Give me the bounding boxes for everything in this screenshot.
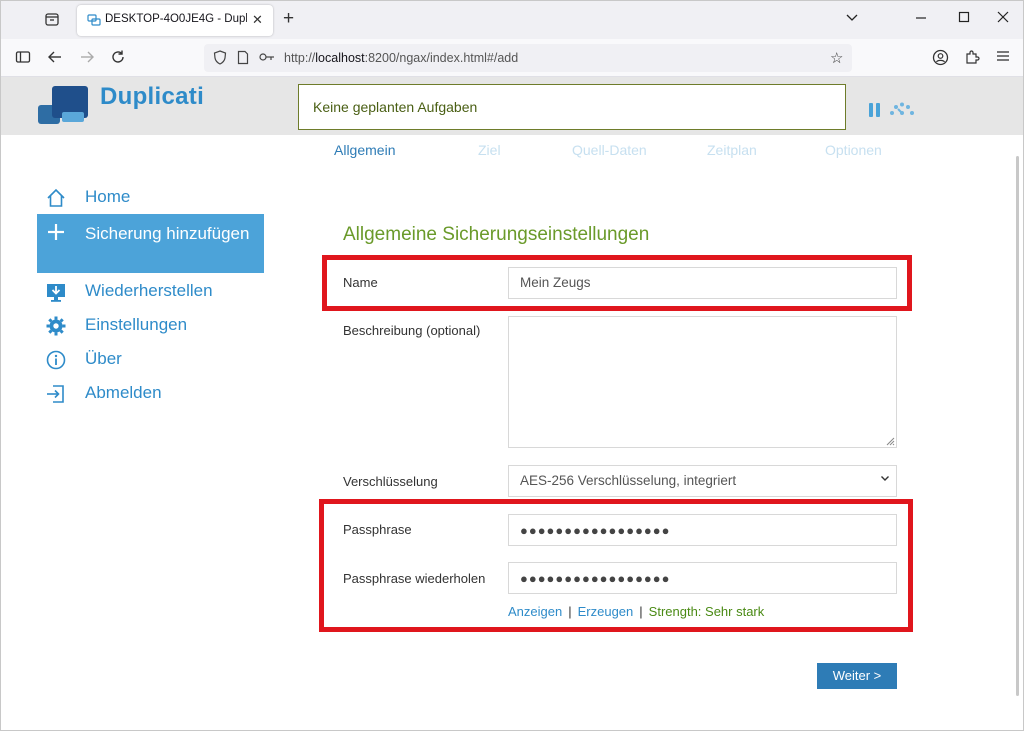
- minimize-icon[interactable]: [915, 10, 927, 26]
- url-bar[interactable]: http://localhost:8200/ngax/index.html#/a…: [204, 44, 852, 72]
- resize-grip-icon[interactable]: [885, 436, 895, 446]
- chevron-down-icon: [880, 473, 890, 486]
- sidebar-item-label: Wiederherstellen: [85, 281, 213, 300]
- browser-tab[interactable]: DESKTOP-4O0JE4G - Duplicati ✕: [77, 5, 273, 36]
- brand-name[interactable]: Duplicati: [100, 83, 204, 111]
- status-text: Keine geplanten Aufgaben: [313, 99, 478, 115]
- sidebar-item-settings[interactable]: Einstellungen: [37, 308, 264, 342]
- sidebar-item-label: Home: [85, 187, 131, 206]
- sidebar-item-label: Über: [85, 349, 122, 368]
- browser-window: DESKTOP-4O0JE4G - Duplicati ✕ +: [0, 0, 1024, 731]
- encryption-select[interactable]: AES-256 Verschlüsselung, integriert: [508, 465, 897, 497]
- pause-icon[interactable]: [869, 103, 881, 117]
- duplicati-logo-icon[interactable]: [38, 83, 92, 129]
- bookmark-star-icon[interactable]: ☆: [830, 49, 843, 67]
- tab-bar: DESKTOP-4O0JE4G - Duplicati ✕ +: [1, 1, 1023, 39]
- info-icon: [46, 350, 66, 370]
- sidebar-item-logout[interactable]: Abmelden: [37, 376, 264, 410]
- sidebar-item-label: Sicherung hinzufügen: [85, 224, 250, 243]
- sidebar-item-add-backup[interactable]: Sicherung hinzufügen: [37, 214, 264, 273]
- description-label: Beschreibung (optional): [343, 323, 481, 338]
- navigation-bar: http://localhost:8200/ngax/index.html#/a…: [1, 39, 1023, 77]
- next-button[interactable]: Weiter >: [817, 663, 897, 689]
- app-header: Duplicati Keine geplanten Aufgaben: [1, 77, 1023, 135]
- restore-icon: [47, 284, 65, 302]
- close-window-icon[interactable]: [997, 10, 1009, 26]
- scrollbar[interactable]: [1016, 156, 1019, 696]
- status-box: Keine geplanten Aufgaben: [298, 84, 846, 130]
- encryption-selected-value: AES-256 Verschlüsselung, integriert: [520, 473, 737, 488]
- tab-title: DESKTOP-4O0JE4G - Duplicati: [105, 13, 247, 25]
- url-text[interactable]: http://localhost:8200/ngax/index.html#/a…: [284, 51, 518, 65]
- step-quell-daten[interactable]: Quell-Daten: [572, 142, 647, 158]
- sidebar-item-label: Abmelden: [85, 383, 162, 402]
- description-field[interactable]: [508, 316, 897, 448]
- chevron-down-icon[interactable]: [846, 10, 858, 26]
- account-icon[interactable]: [932, 49, 949, 71]
- reload-icon[interactable]: [110, 49, 126, 70]
- new-tab-icon[interactable]: +: [283, 9, 294, 29]
- step-allgemein[interactable]: Allgemein: [334, 142, 395, 158]
- forward-icon[interactable]: [79, 49, 95, 70]
- tab-list-icon[interactable]: [43, 11, 61, 29]
- throttle-icon[interactable]: [889, 101, 915, 117]
- logout-icon: [47, 385, 64, 403]
- extensions-icon[interactable]: [964, 49, 980, 70]
- key-icon[interactable]: [259, 50, 275, 67]
- step-optionen[interactable]: Optionen: [825, 142, 882, 158]
- duplicati-favicon-icon: [87, 14, 101, 26]
- sidebar-toggle-icon[interactable]: [15, 49, 31, 70]
- section-title: Allgemeine Sicherungseinstellungen: [343, 224, 650, 245]
- highlight-box-passphrase: [319, 499, 913, 632]
- maximize-icon[interactable]: [958, 10, 970, 26]
- home-icon: [47, 188, 65, 207]
- sidebar-item-label: Einstellungen: [85, 315, 188, 334]
- menu-icon[interactable]: [996, 49, 1010, 68]
- highlight-box-name: [322, 255, 912, 311]
- gear-icon: [46, 316, 66, 336]
- page-icon[interactable]: [237, 50, 249, 68]
- step-ziel[interactable]: Ziel: [478, 142, 501, 158]
- shield-icon[interactable]: [213, 50, 227, 68]
- encryption-label: Verschlüsselung: [343, 474, 438, 489]
- sidebar-item-about[interactable]: Über: [37, 342, 264, 376]
- tab-close-icon[interactable]: ✕: [252, 12, 263, 28]
- back-icon[interactable]: [47, 49, 63, 70]
- sidebar-item-restore[interactable]: Wiederherstellen: [37, 274, 264, 308]
- sidebar-item-home[interactable]: Home: [37, 180, 264, 214]
- step-zeitplan[interactable]: Zeitplan: [707, 142, 757, 158]
- plus-icon: [48, 224, 64, 240]
